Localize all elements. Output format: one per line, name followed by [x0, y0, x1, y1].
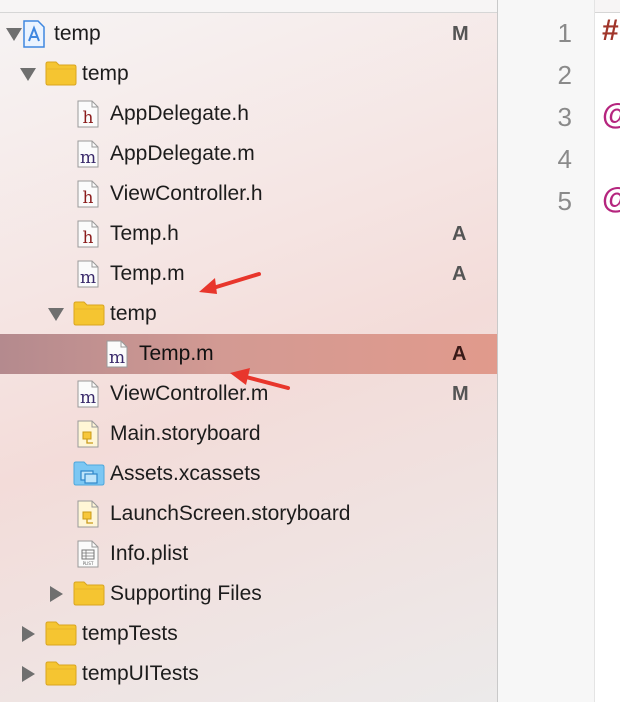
navigator-row-label: Temp.h	[110, 222, 179, 245]
navigator-row[interactable]: LaunchScreen.storyboard	[0, 494, 497, 534]
navigator-row-label: Temp.m	[110, 262, 185, 285]
m-file-icon: m	[73, 140, 103, 168]
navigator-row-label: tempTests	[82, 622, 178, 645]
source-control-status-badge: A	[452, 343, 467, 365]
navigator-row[interactable]: temp	[0, 54, 497, 94]
storyboard-icon	[73, 500, 103, 528]
navigator-row-label: ViewController.m	[110, 382, 269, 405]
header-file-icon: h	[73, 180, 103, 208]
navigator-row-label: Supporting Files	[110, 582, 262, 605]
svg-text:m: m	[80, 388, 96, 408]
disclosure-collapsed-icon[interactable]	[18, 664, 38, 684]
navigator-row[interactable]: h AppDelegate.h	[0, 94, 497, 134]
svg-text:PLIST: PLIST	[83, 561, 94, 566]
svg-text:h: h	[83, 188, 94, 208]
navigator-row-label: Temp.m	[139, 342, 214, 365]
disclosure-collapsed-icon[interactable]	[46, 584, 66, 604]
svg-text:m: m	[80, 268, 96, 288]
line-number: 2	[557, 60, 572, 90]
navigator-row[interactable]: m Temp.m A	[0, 334, 497, 374]
navigator-row[interactable]: temp M	[0, 14, 497, 54]
code-line-start[interactable]: @	[602, 182, 620, 216]
line-number: 4	[557, 144, 572, 174]
folder-icon	[45, 60, 77, 88]
navigator-row-label: Main.storyboard	[110, 422, 261, 445]
folder-icon	[45, 660, 77, 688]
navigator-row-label: tempUITests	[82, 662, 199, 685]
source-control-status-badge: M	[452, 23, 469, 45]
navigator-row-label: temp	[54, 22, 101, 45]
navigator-row[interactable]: tempUITests	[0, 654, 497, 694]
navigator-row-label: AppDelegate.h	[110, 102, 249, 125]
header-file-icon: h	[73, 220, 103, 248]
line-number-gutter: 1 2 3 4 5	[498, 0, 595, 702]
svg-text:m: m	[80, 148, 96, 168]
navigator-row[interactable]: Supporting Files	[0, 574, 497, 614]
storyboard-icon	[73, 420, 103, 448]
code-line-start[interactable]: @	[602, 98, 620, 132]
navigator-row[interactable]: PLIST Info.plist	[0, 534, 497, 574]
navigator-top-bar	[0, 0, 497, 13]
source-control-status-badge: A	[452, 223, 467, 245]
disclosure-expanded-icon[interactable]	[46, 304, 66, 324]
m-file-icon: m	[102, 340, 132, 368]
source-editor[interactable]: 1 2 3 4 5 # @ @	[498, 0, 620, 702]
navigator-row[interactable]: Assets.xcassets	[0, 454, 497, 494]
folder-icon	[73, 300, 105, 328]
navigator-row-label: temp	[82, 62, 129, 85]
navigator-row[interactable]: temp	[0, 294, 497, 334]
navigator-row-label: LaunchScreen.storyboard	[110, 502, 351, 525]
navigator-row-label: temp	[110, 302, 157, 325]
svg-text:h: h	[83, 108, 94, 128]
svg-text:h: h	[83, 228, 94, 248]
project-icon	[19, 20, 49, 48]
code-line-start[interactable]: #	[602, 14, 619, 48]
navigator-row[interactable]: m ViewController.m M	[0, 374, 497, 414]
navigator-row-label: Assets.xcassets	[110, 462, 261, 485]
line-number: 5	[557, 186, 572, 216]
project-navigator: temp M temp h AppDelegate.h m AppDelegate…	[0, 0, 498, 702]
source-control-status-badge: A	[452, 263, 467, 285]
navigator-row[interactable]: Main.storyboard	[0, 414, 497, 454]
source-control-status-badge: M	[452, 383, 469, 405]
plist-icon: PLIST	[73, 540, 103, 568]
svg-text:m: m	[109, 348, 125, 368]
navigator-row[interactable]: tempTests	[0, 614, 497, 654]
navigator-row[interactable]: m Temp.m A	[0, 254, 497, 294]
navigator-row-label: ViewController.h	[110, 182, 263, 205]
m-file-icon: m	[73, 380, 103, 408]
assets-folder-icon	[73, 460, 105, 488]
folder-icon	[73, 580, 105, 608]
folder-icon	[45, 620, 77, 648]
navigator-row-label: Info.plist	[110, 542, 189, 565]
navigator-row-label: AppDelegate.m	[110, 142, 255, 165]
disclosure-expanded-icon[interactable]	[18, 64, 38, 84]
navigator-row[interactable]: m AppDelegate.m	[0, 134, 497, 174]
m-file-icon: m	[73, 260, 103, 288]
disclosure-collapsed-icon[interactable]	[18, 624, 38, 644]
line-number: 3	[557, 102, 572, 132]
header-file-icon: h	[73, 100, 103, 128]
line-number: 1	[557, 18, 572, 48]
navigator-row[interactable]: h Temp.h A	[0, 214, 497, 254]
navigator-row[interactable]: h ViewController.h	[0, 174, 497, 214]
